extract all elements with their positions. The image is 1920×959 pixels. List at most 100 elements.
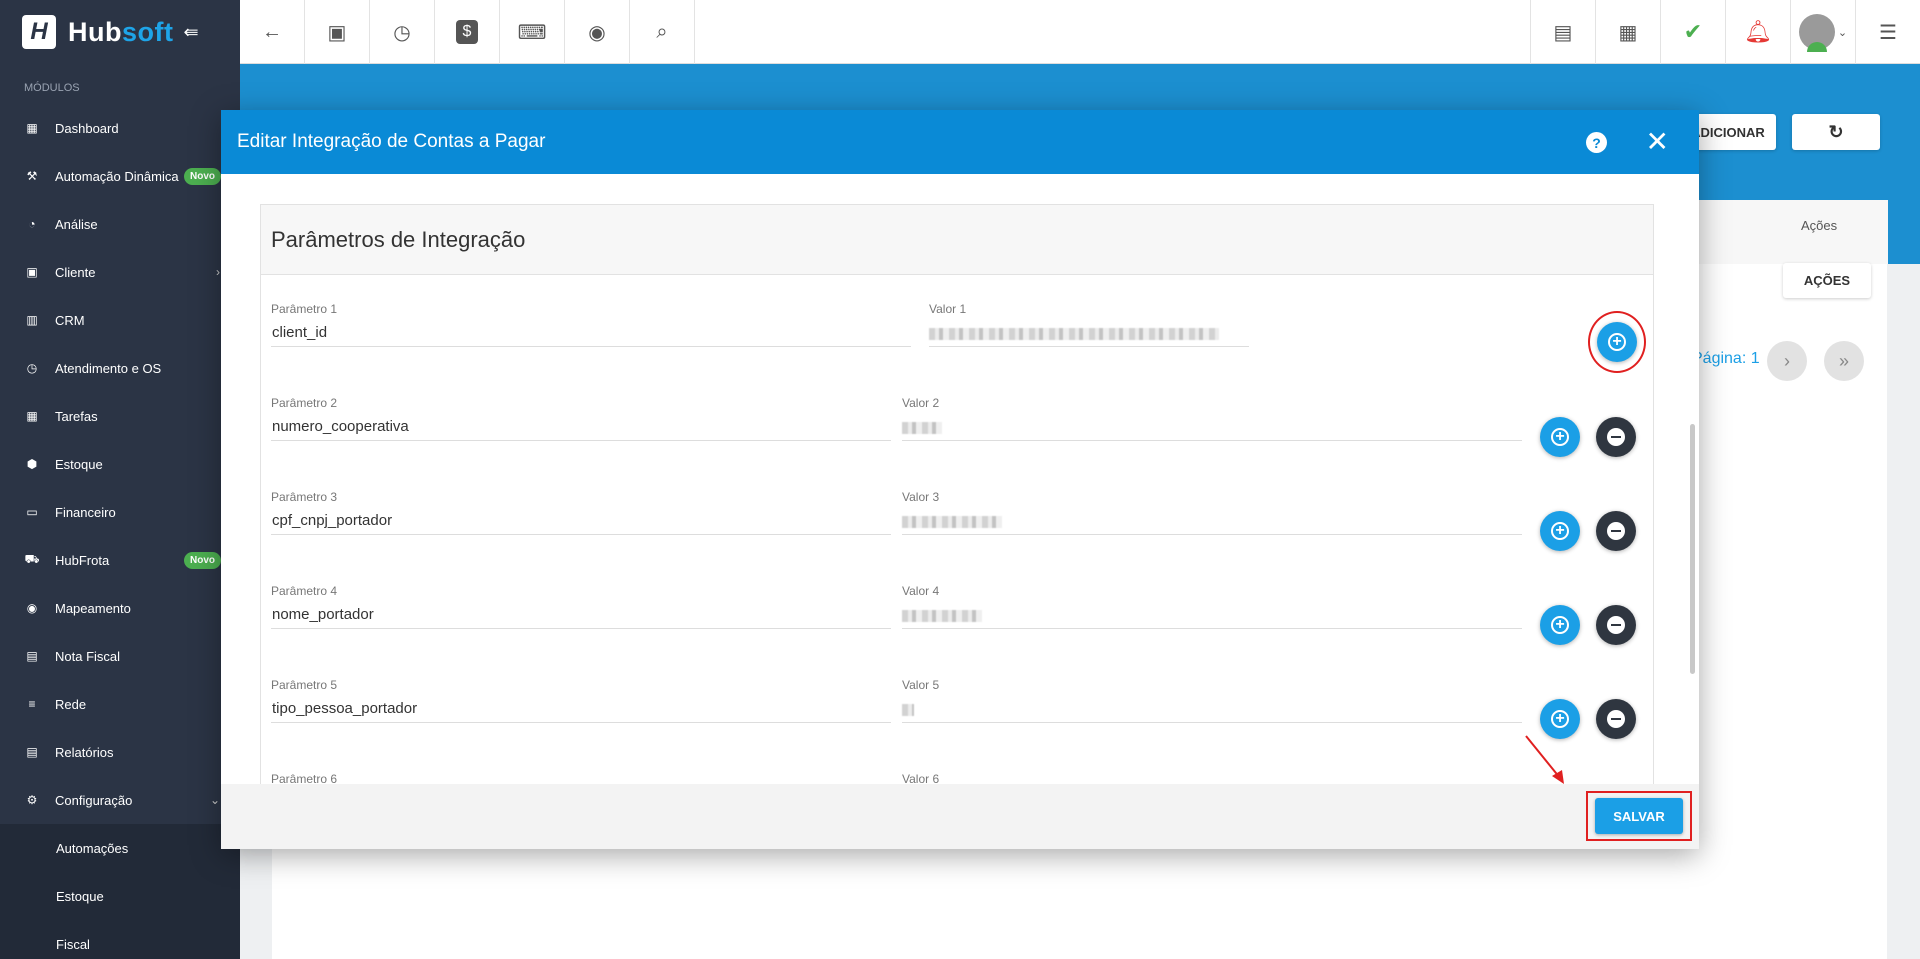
server-icon: ≡ xyxy=(28,697,36,711)
value-underline xyxy=(902,440,1522,441)
add-parameter-button[interactable]: + xyxy=(1540,511,1580,551)
panel-title: Parâmetros de Integração xyxy=(261,205,1653,275)
alarm-bell-icon[interactable]: 🔔︎ xyxy=(1725,0,1790,64)
parameter-input[interactable]: client_id xyxy=(272,324,327,341)
sidebar-subitem[interactable]: Automações xyxy=(0,824,240,872)
save-button[interactable]: SALVAR xyxy=(1595,798,1683,834)
refresh-icon[interactable]: ↻ xyxy=(1792,114,1880,150)
parameter-label: Parâmetro 4 xyxy=(271,584,338,598)
value-label: Valor 3 xyxy=(902,490,940,504)
sidebar-item-rede[interactable]: ≡ Rede xyxy=(0,680,240,728)
sidebar-item-automa-o-din-mica[interactable]: ⚒ Automação Dinâmica Novo xyxy=(0,152,240,200)
value-input[interactable] xyxy=(902,516,1002,528)
sidebar-item-nota-fiscal[interactable]: ▤ Nota Fiscal xyxy=(0,632,240,680)
minus-icon xyxy=(1607,710,1625,728)
parameter-input[interactable]: tipo_pessoa_portador xyxy=(272,700,417,717)
plus-icon: + xyxy=(1608,333,1626,351)
pie-chart-icon: ◔ xyxy=(28,217,36,231)
add-parameter-button[interactable]: + xyxy=(1597,322,1637,362)
new-badge: Novo xyxy=(184,167,221,185)
sidebar-item-label: Tarefas xyxy=(55,408,98,424)
sidebar-subitem[interactable]: Estoque xyxy=(0,872,240,920)
parameter-input[interactable]: cpf_cnpj_portador xyxy=(272,512,392,529)
help-icon[interactable]: ? xyxy=(1586,132,1607,153)
remove-parameter-button[interactable] xyxy=(1596,417,1636,457)
value-input[interactable] xyxy=(902,704,914,716)
sidebar-item-configura-o[interactable]: ⚙ Configuração ⌄ xyxy=(0,776,240,824)
add-parameter-button[interactable]: + xyxy=(1540,699,1580,739)
user-menu[interactable]: ⌄ xyxy=(1790,0,1855,64)
sidebar-item-financeiro[interactable]: ▭ Financeiro xyxy=(0,488,240,536)
page-indicator: Página: 1 xyxy=(1692,350,1760,367)
collapse-menu-icon[interactable]: ⇚ xyxy=(183,22,198,43)
logo[interactable]: H Hubsoft ⇚ xyxy=(0,0,240,64)
sidebar-item-hubfrota[interactable]: ⛟ HubFrota Novo xyxy=(0,536,240,584)
scrollbar[interactable] xyxy=(1690,424,1695,674)
calendar-clock-icon: ◷ xyxy=(26,361,38,375)
minus-icon xyxy=(1607,428,1625,446)
map-pin-icon: ◉ xyxy=(26,601,38,615)
close-icon[interactable]: ✕ xyxy=(1646,126,1669,158)
money-icon: ▭ xyxy=(26,505,38,519)
remove-parameter-button[interactable] xyxy=(1596,511,1636,551)
value-underline xyxy=(929,346,1249,347)
sidebar-subitem[interactable]: Fiscal xyxy=(0,920,240,959)
sidebar-item-an-lise[interactable]: ◔ Análise xyxy=(0,200,240,248)
sidebar-item-cliente[interactable]: ▣ Cliente › xyxy=(0,248,240,296)
value-label: Valor 4 xyxy=(902,584,940,598)
car-icon: ⛟ xyxy=(24,552,40,566)
value-label: Valor 1 xyxy=(929,302,967,316)
gear-icon: ⚙ xyxy=(26,793,38,807)
parameter-input[interactable]: nome_portador xyxy=(272,606,374,623)
chevron-icon: ⌄ xyxy=(209,793,220,807)
edit-integration-modal: Editar Integração de Contas a Pagar ? ✕ … xyxy=(221,110,1699,849)
list-menu-icon[interactable]: ☰ xyxy=(1855,0,1920,64)
parameter-row: Parâmetro 3 cpf_cnpj_portador Valor 3 + xyxy=(261,490,1655,584)
sidebar-item-label: Mapeamento xyxy=(55,600,131,616)
value-underline xyxy=(902,722,1522,723)
calendar-icon[interactable]: ▦ xyxy=(1595,0,1660,64)
back-arrow-icon[interactable]: ← xyxy=(240,0,305,64)
plus-icon: + xyxy=(1551,710,1569,728)
chat-check-icon[interactable]: ✔ xyxy=(1660,0,1725,64)
sidebar-item-crm[interactable]: ▥ CRM xyxy=(0,296,240,344)
parameter-row: Parâmetro 2 numero_cooperativa Valor 2 + xyxy=(261,396,1655,490)
document-icon: ▤ xyxy=(26,649,38,663)
sidebar-item-relat-rios[interactable]: ▤ Relatórios xyxy=(0,728,240,776)
sidebar-item-mapeamento[interactable]: ◉ Mapeamento xyxy=(0,584,240,632)
sidebar-item-label: Automação Dinâmica xyxy=(55,168,179,184)
add-parameter-button[interactable]: + xyxy=(1540,417,1580,457)
parameter-label: Parâmetro 3 xyxy=(271,490,338,504)
sidebar-item-label: Rede xyxy=(55,696,87,712)
sidebar-item-tarefas[interactable]: ▦ Tarefas xyxy=(0,392,240,440)
value-input[interactable] xyxy=(902,422,942,434)
plus-icon: + xyxy=(1551,616,1569,634)
grid-icon: ▦ xyxy=(26,121,38,135)
add-parameter-button[interactable]: + xyxy=(1540,605,1580,645)
eye-icon[interactable]: ◉ xyxy=(565,0,630,64)
value-input[interactable] xyxy=(902,610,982,622)
remove-parameter-button[interactable] xyxy=(1596,699,1636,739)
avatar xyxy=(1798,14,1835,52)
terminal-icon[interactable]: ⌨ xyxy=(500,0,565,64)
sidebar-item-dashboard[interactable]: ▦ Dashboard xyxy=(0,104,240,152)
last-page-icon[interactable]: » xyxy=(1824,341,1864,381)
pdf-file-icon[interactable]: ▤ xyxy=(1530,0,1595,64)
value-input[interactable] xyxy=(929,328,1219,340)
parameter-row: Parâmetro 4 nome_portador Valor 4 + xyxy=(261,584,1655,678)
parameter-input[interactable]: numero_cooperativa xyxy=(272,418,409,435)
board-icon: ▥ xyxy=(26,313,38,327)
sidebar-item-atendimento-e-os[interactable]: ◷ Atendimento e OS xyxy=(0,344,240,392)
acoes-column-header: Ações xyxy=(1801,218,1838,233)
sidebar-item-label: Análise xyxy=(55,216,98,232)
acoes-button[interactable]: AÇÕES xyxy=(1783,263,1871,298)
sidebar: H Hubsoft ⇚ MÓDULOS ▦ Dashboard ⚒ Automação… xyxy=(0,0,240,959)
search-icon[interactable]: ⌕ xyxy=(630,0,695,64)
calendar-clock-icon[interactable]: ◷ xyxy=(370,0,435,64)
sidebar-item-estoque[interactable]: ⬢ Estoque xyxy=(0,440,240,488)
sidebar-item-label: Relatórios xyxy=(55,744,114,760)
remove-parameter-button[interactable] xyxy=(1596,605,1636,645)
next-page-icon[interactable]: › xyxy=(1767,341,1807,381)
contact-card-icon[interactable]: ▣ xyxy=(305,0,370,64)
dollar-icon[interactable]: $ xyxy=(435,0,500,64)
